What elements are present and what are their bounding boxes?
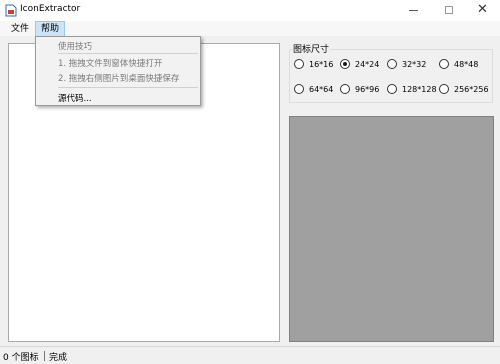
size-option-24[interactable]: 24*24: [340, 59, 379, 69]
radio-icon: [294, 59, 304, 69]
radio-icon: [387, 84, 397, 94]
window-title: IconExtractor: [20, 4, 81, 14]
size-option-96[interactable]: 96*96: [340, 84, 379, 94]
icon-size-group-label: 图标尺寸: [292, 42, 331, 55]
size-option-label: 16*16: [309, 59, 334, 69]
radio-icon: [387, 59, 397, 69]
help-menu-dropdown: 使用技巧 1. 拖拽文件到窗体快捷打开 2. 拖拽右侧图片到桌面快捷保存 源代码…: [35, 36, 201, 106]
status-bar: 0 个图标 完成: [0, 346, 500, 364]
menu-separator: [58, 87, 198, 88]
menu-bar: 文件 帮助: [0, 21, 500, 37]
menu-file[interactable]: 文件: [6, 21, 34, 37]
menu-item-source-code[interactable]: 源代码...: [58, 92, 92, 104]
size-option-label: 128*128: [402, 84, 437, 94]
icon-preview-panel[interactable]: [289, 116, 494, 342]
minimize-icon: [409, 10, 418, 11]
close-button[interactable]: ✕: [466, 0, 500, 21]
size-option-64[interactable]: 64*64: [294, 84, 333, 94]
size-option-48[interactable]: 48*48: [439, 59, 478, 69]
radio-icon: [294, 84, 304, 94]
size-option-128[interactable]: 128*128: [387, 84, 437, 94]
close-icon: ✕: [477, 2, 488, 17]
menu-help[interactable]: 帮助: [35, 21, 66, 37]
menu-item-tips: 使用技巧: [58, 42, 93, 52]
size-option-label: 64*64: [309, 84, 334, 94]
menu-item-tip-1: 1. 拖拽文件到窗体快捷打开: [58, 59, 163, 69]
app-icon: [5, 4, 17, 17]
icon-size-group-frame: [289, 49, 493, 103]
icon-size-group: 图标尺寸 16*16 24*24 32*32 48*48 64*64 96*96…: [289, 40, 494, 103]
size-option-256[interactable]: 256*256: [439, 84, 489, 94]
radio-icon: [439, 84, 449, 94]
size-option-label: 32*32: [402, 59, 427, 69]
size-option-label: 24*24: [355, 59, 380, 69]
status-separator: [44, 351, 45, 361]
menu-item-tip-2: 2. 拖拽右侧图片到桌面快捷保存: [58, 74, 180, 84]
radio-checked-icon: [340, 59, 350, 69]
status-message: 完成: [49, 353, 68, 363]
size-option-16[interactable]: 16*16: [294, 59, 333, 69]
maximize-button[interactable]: [432, 0, 466, 21]
radio-icon: [340, 84, 350, 94]
size-option-label: 48*48: [454, 59, 479, 69]
menu-separator: [58, 53, 198, 54]
title-bar: IconExtractor ✕: [0, 0, 500, 21]
size-option-label: 256*256: [454, 84, 489, 94]
maximize-icon: [445, 6, 453, 14]
minimize-button[interactable]: [396, 0, 430, 21]
size-option-32[interactable]: 32*32: [387, 59, 426, 69]
status-icon-count: 0 个图标: [3, 353, 39, 363]
radio-icon: [439, 59, 449, 69]
size-option-label: 96*96: [355, 84, 380, 94]
